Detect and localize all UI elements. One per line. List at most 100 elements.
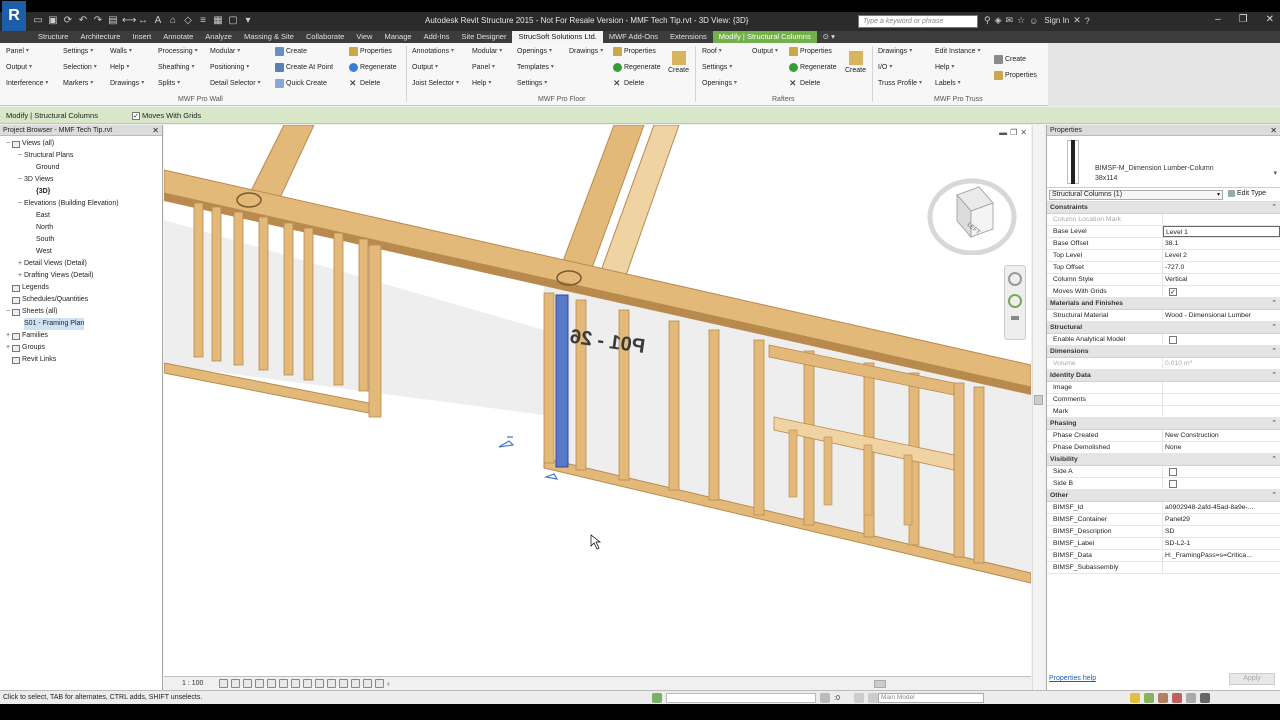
property-value[interactable] (1163, 406, 1280, 417)
expand-icon[interactable]: + (4, 342, 12, 354)
framing-model-view[interactable]: P01 - 26 (164, 125, 1031, 676)
tab-modify-structural-columns[interactable]: Modify | Structural Columns (712, 31, 817, 43)
floor-drawings-button[interactable]: Drawings ▾ (569, 47, 603, 56)
property-value[interactable]: Wood - Dimensional Lumber (1163, 310, 1280, 321)
reveal-hidden-icon[interactable] (327, 679, 336, 688)
horizontal-scrollbar[interactable] (604, 680, 1028, 688)
switch-windows-icon[interactable]: ▢ (227, 15, 239, 27)
tab-architecture[interactable]: Architecture (74, 31, 126, 43)
render-icon[interactable] (267, 679, 276, 688)
wall-detail-selector-button[interactable]: Detail Selector ▾ (210, 79, 261, 88)
property-group-header[interactable]: Phasing ⌃ (1047, 418, 1280, 430)
floor-output-button[interactable]: Output ▾ (412, 63, 459, 72)
favorites-icon[interactable]: ☆ (1017, 15, 1025, 26)
collapse-icon[interactable]: − (4, 138, 12, 150)
property-group-header[interactable]: Visibility ⌃ (1047, 454, 1280, 466)
property-value[interactable]: None (1163, 442, 1280, 453)
browser-node[interactable]: + Detail Views (Detail) (0, 258, 162, 270)
tab-mwf-add-ons[interactable]: MWF Add-Ons (603, 31, 664, 43)
collapse-icon[interactable]: ⌃ (1271, 346, 1277, 358)
workset-field[interactable] (666, 693, 816, 703)
search-input[interactable]: Type a keyword or phrase (858, 15, 978, 28)
checkbox-icon[interactable] (1169, 288, 1177, 296)
restore-icon[interactable]: ❐ (1010, 128, 1017, 137)
worksharing-icon[interactable] (339, 679, 348, 688)
properties-help-link[interactable]: Properties help (1049, 675, 1096, 682)
tab-manage[interactable]: Manage (378, 31, 417, 43)
binoculars-icon[interactable]: ⚲ (984, 15, 991, 26)
browser-node[interactable]: + Drafting Views (Detail) (0, 270, 162, 282)
steering-wheel-icon[interactable] (1008, 272, 1022, 286)
floor-regenerate-button[interactable]: Regenerate (613, 63, 661, 72)
floor-modular-button[interactable]: Modular ▾ (472, 47, 502, 56)
temporary-hide-icon[interactable] (315, 679, 324, 688)
truss-profile-button[interactable]: Truss Profile ▾ (878, 79, 922, 88)
wall-walls-button[interactable]: Walls ▾ (110, 47, 144, 56)
collapse-icon[interactable]: ⌃ (1271, 370, 1277, 382)
expand-icon[interactable]: + (4, 330, 12, 342)
visual-style-icon[interactable] (231, 679, 240, 688)
rafters-delete-button[interactable]: ✕ Delete (789, 79, 837, 88)
property-value[interactable]: Level 1 (1163, 226, 1280, 237)
select-by-face-icon[interactable] (1172, 693, 1182, 703)
tab-structure[interactable]: Structure (32, 31, 74, 43)
close-hidden-icon[interactable]: ▦ (212, 15, 224, 27)
wall-interference-button[interactable]: Interference ▾ (6, 79, 48, 88)
property-value[interactable] (1163, 382, 1280, 393)
show-crop-icon[interactable] (291, 679, 300, 688)
customize-qat-icon[interactable]: ▾ (242, 15, 254, 27)
viewcube[interactable]: LEFT (927, 175, 1017, 255)
truss-create-button[interactable]: Create (994, 55, 1037, 64)
drag-elements-icon[interactable] (1186, 693, 1196, 703)
floor-templates-button[interactable]: Templates ▾ (517, 63, 554, 72)
tab-site-designer[interactable]: Site Designer (455, 31, 512, 43)
analytical-model-icon[interactable] (351, 679, 360, 688)
wall-processing-button[interactable]: Processing ▾ (158, 47, 198, 56)
floor-annotations-button[interactable]: Annotations ▾ (412, 47, 459, 56)
collapse-icon[interactable]: − (4, 306, 12, 318)
property-value[interactable] (1163, 466, 1280, 477)
wall-regenerate-button[interactable]: Regenerate (349, 63, 397, 72)
floor-properties-button[interactable]: Properties (613, 47, 661, 56)
select-underlay-icon[interactable] (1144, 693, 1154, 703)
rafters-properties-button[interactable]: Properties (789, 47, 837, 56)
moves-with-grids-checkbox[interactable]: Moves With Grids (132, 111, 201, 120)
wall-splits-button[interactable]: Splits ▾ (158, 79, 198, 88)
browser-node[interactable]: South (0, 234, 162, 246)
property-value[interactable] (1163, 478, 1280, 489)
collapse-icon[interactable]: ⌃ (1271, 418, 1277, 430)
rafters-openings-button[interactable]: Openings ▾ (702, 79, 737, 88)
wall-help-button[interactable]: Help ▾ (110, 63, 144, 72)
property-value[interactable]: H:_FramingPass=s=Critica... (1163, 550, 1280, 561)
measure-icon[interactable]: ⟷ (122, 15, 136, 27)
checkbox-icon[interactable] (1169, 468, 1177, 476)
text-icon[interactable]: A (152, 15, 164, 27)
truss-drawings-button[interactable]: Drawings ▾ (878, 47, 922, 56)
close-icon[interactable]: ✕ (152, 125, 159, 136)
property-group-header[interactable]: Identity Data ⌃ (1047, 370, 1280, 382)
browser-node[interactable]: East (0, 210, 162, 222)
shadows-icon[interactable] (255, 679, 264, 688)
dimension-icon[interactable]: ↔ (137, 15, 149, 27)
user-icon[interactable]: ☺ (1029, 16, 1038, 26)
editable-only-icon[interactable] (820, 693, 830, 703)
property-value[interactable] (1163, 394, 1280, 405)
help-icon[interactable]: ? (1085, 16, 1090, 26)
browser-node[interactable]: Ground (0, 162, 162, 174)
browser-node[interactable]: Schedules/Quantities (0, 294, 162, 306)
floor-openings-button[interactable]: Openings ▾ (517, 47, 554, 56)
property-group-header[interactable]: Structural ⌃ (1047, 322, 1280, 334)
wall-selection-button[interactable]: Selection ▾ (63, 63, 97, 72)
filter-count-icon[interactable] (1200, 693, 1210, 703)
rafters-regenerate-button[interactable]: Regenerate (789, 63, 837, 72)
truss-properties-button[interactable]: Properties (994, 71, 1037, 80)
browser-node[interactable]: − Elevations (Building Elevation) (0, 198, 162, 210)
tab-massing[interactable]: Massing & Site (238, 31, 300, 43)
tab-analyze[interactable]: Analyze (199, 31, 238, 43)
close-icon[interactable]: ✕ (1270, 125, 1277, 136)
rafters-create-button[interactable]: Create (845, 51, 866, 74)
property-value[interactable]: Panel29 (1163, 514, 1280, 525)
collapse-icon[interactable]: ⌃ (1271, 490, 1277, 502)
truss-labels-button[interactable]: Labels ▾ (935, 79, 980, 88)
truss-edit-instance-button[interactable]: Edit Instance ▾ (935, 47, 980, 56)
